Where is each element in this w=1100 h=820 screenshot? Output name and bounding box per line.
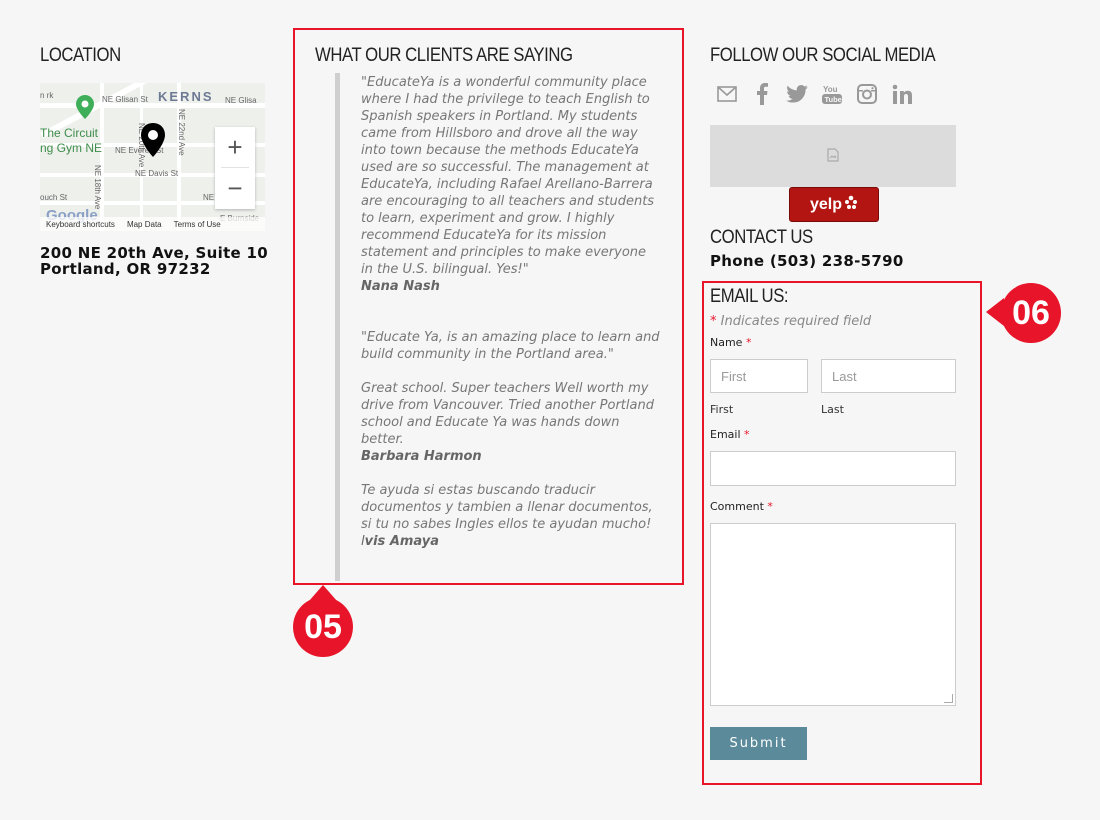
phone-number[interactable]: Phone (503) 238-5790 [710, 252, 904, 270]
address: 200 NE 20th Ave, Suite 10 Portland, OR 9… [40, 245, 268, 277]
yelp-label: yelp [809, 195, 842, 213]
resize-handle-icon[interactable] [944, 694, 953, 703]
location-heading: LOCATION [40, 45, 121, 66]
facebook-icon[interactable] [751, 82, 773, 106]
broken-image-icon [827, 147, 839, 166]
yelp-burst-icon [844, 194, 858, 215]
address-line-2: Portland, OR 97232 [40, 260, 211, 278]
map-street-couch: ouch St [40, 193, 68, 202]
testimonial-author: lvis Amaya [361, 533, 661, 550]
testimonial-author: Nana Nash [361, 279, 440, 294]
annotation-marker-06: 06 [1001, 283, 1061, 343]
map-street-22nd: NE 22nd Ave [177, 109, 186, 156]
map-gym-label: The Circuit ng Gym NE [40, 126, 103, 155]
marker-06-label: 06 [1012, 293, 1050, 332]
last-name-input[interactable]: Last [821, 359, 956, 393]
required-note: * Indicates required field [710, 314, 871, 329]
contact-heading: CONTACT US [710, 227, 813, 248]
map-neighborhood: KERNS [158, 89, 214, 104]
instagram-icon[interactable] [856, 82, 878, 106]
testimonial-text: Te ayuda si estas buscando traducir docu… [361, 483, 653, 532]
comment-textarea[interactable] [710, 523, 956, 706]
map-footer: Keyboard shortcuts Map Data Terms of Use [40, 217, 265, 231]
social-heading: FOLLOW OUR SOCIAL MEDIA [710, 45, 936, 66]
terms-link[interactable]: Terms of Use [174, 220, 221, 229]
first-sublabel: First [710, 403, 734, 416]
first-name-input[interactable]: First [710, 359, 808, 393]
testimonial-author: Barbara Harmon [361, 449, 482, 464]
testimonial-text: Great school. Super teachers Well worth … [361, 381, 654, 447]
map-street-glisan: NE Glisan St [102, 95, 148, 104]
testimonial-1: "EducateYa is a wonderful community plac… [361, 74, 661, 295]
address-line-1: 200 NE 20th Ave, Suite 10 [40, 244, 269, 262]
quote-bar [335, 73, 340, 581]
keyboard-shortcuts-link[interactable]: Keyboard shortcuts [46, 220, 115, 229]
email-input[interactable] [710, 451, 956, 486]
required-note-text: Indicates required field [720, 314, 872, 329]
svg-text:Tube: Tube [825, 95, 842, 104]
yelp-button[interactable]: yelp [789, 187, 879, 222]
marker-06-pointer [986, 298, 1004, 326]
map-street-18th: NE 18th Ave [93, 165, 102, 210]
svg-text:You: You [823, 85, 838, 94]
location-map[interactable]: n rk NE Glisan St KERNS NE Glisa NE Ever… [40, 83, 265, 231]
map-street-davis: NE Davis St [135, 169, 179, 178]
required-star: * [710, 314, 717, 329]
email-label: Email * [710, 428, 750, 441]
email-heading: EMAIL US: [710, 286, 789, 307]
last-sublabel: Last [821, 403, 844, 416]
submit-button[interactable]: Submit [710, 727, 807, 760]
annotation-marker-05: 05 [293, 597, 353, 657]
testimonial-text: "EducateYa is a wonderful community plac… [361, 75, 655, 277]
testimonial-text: "Educate Ya, is an amazing place to lear… [361, 330, 660, 362]
map-data-link[interactable]: Map Data [127, 220, 162, 229]
map-zoom-control: + − [215, 127, 255, 209]
twitter-icon[interactable] [786, 82, 808, 106]
social-widget-placeholder [710, 125, 956, 187]
zoom-out-button[interactable]: − [215, 168, 255, 208]
author-name: vis Amaya [364, 534, 440, 549]
zoom-in-button[interactable]: + [215, 127, 255, 167]
social-icons: You Tube [716, 82, 913, 106]
name-label: Name * [710, 336, 752, 349]
map-street-ne: NE [203, 193, 215, 202]
map-street-glisan-2: NE Glisa [225, 96, 257, 105]
testimonials: "EducateYa is a wonderful community plac… [361, 74, 661, 567]
testimonial-3: Great school. Super teachers Well worth … [361, 380, 661, 465]
clients-heading: WHAT OUR CLIENTS ARE SAYING [315, 45, 573, 66]
linkedin-icon[interactable] [891, 82, 913, 106]
map-edge-label: n rk [40, 91, 54, 100]
testimonial-2: "Educate Ya, is an amazing place to lear… [361, 329, 661, 363]
marker-05-label: 05 [304, 607, 342, 646]
comment-label: Comment * [710, 500, 773, 513]
park-marker-icon [76, 95, 94, 123]
location-pin-icon[interactable] [141, 123, 165, 161]
testimonial-4: Te ayuda si estas buscando traducir docu… [361, 482, 661, 550]
marker-05-pointer [309, 585, 337, 601]
email-icon[interactable] [716, 82, 738, 106]
youtube-icon[interactable]: You Tube [821, 82, 843, 106]
